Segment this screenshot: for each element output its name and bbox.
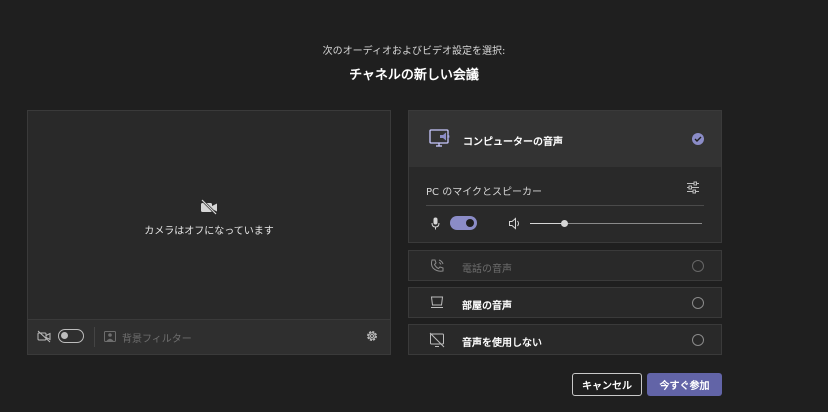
video-controls-bar: 背景フィルター [28,319,390,354]
room-icon [430,296,444,308]
no-audio-radio[interactable] [692,334,704,346]
computer-audio-label: コンピューターの音声 [463,137,563,148]
cancel-button[interactable]: キャンセル [572,373,642,396]
computer-audio-header[interactable]: コンピューターの音声 [409,111,721,167]
camera-off-message: カメラはオフになっています [144,226,274,237]
phone-audio-radio[interactable] [692,260,704,272]
no-audio-icon [429,332,445,348]
check-icon [692,133,704,145]
mic-toggle[interactable] [450,216,477,230]
camera-off-icon [201,199,217,215]
room-audio-label: 部屋の音声 [462,301,512,312]
mic-icon [431,217,440,230]
device-settings-icon[interactable] [686,181,700,194]
video-preview: カメラはオフになっています 背景フィルター [27,110,391,355]
phone-audio-label: 電話の音声 [462,264,512,275]
background-filter-button[interactable]: 背景フィルター [122,330,192,345]
room-audio-option[interactable]: 部屋の音声 [408,287,722,318]
no-audio-option[interactable]: 音声を使用しない [408,324,722,355]
phone-icon [430,259,444,272]
toggle-knob [61,332,68,339]
volume-thumb[interactable] [561,220,569,227]
camera-off-small-icon [37,330,51,343]
divider [94,327,95,347]
join-now-button[interactable]: 今すぐ参加 [647,373,722,396]
room-audio-radio[interactable] [692,297,704,309]
speaker-icon [509,217,519,230]
computer-audio-option[interactable]: コンピューターの音声 PC のマイクとスピーカー [408,110,722,243]
computer-audio-icon [429,129,450,147]
video-preview-area: カメラはオフになっています [28,111,390,321]
gear-icon[interactable] [365,329,379,343]
meeting-title: チャネルの新しい会議 [349,68,479,83]
no-audio-label: 音声を使用しない [462,338,542,349]
phone-audio-option[interactable]: 電話の音声 [408,250,722,281]
device-divider [426,205,704,206]
background-filter-icon [104,331,116,342]
dialog-subtitle: 次のオーディオおよびビデオ設定を選択: [322,46,506,57]
audio-device-label: PC のマイクとスピーカー [426,187,542,198]
volume-slider[interactable] [530,220,702,227]
camera-toggle[interactable] [58,329,84,343]
volume-level [530,223,565,224]
toggle-knob [466,219,474,227]
